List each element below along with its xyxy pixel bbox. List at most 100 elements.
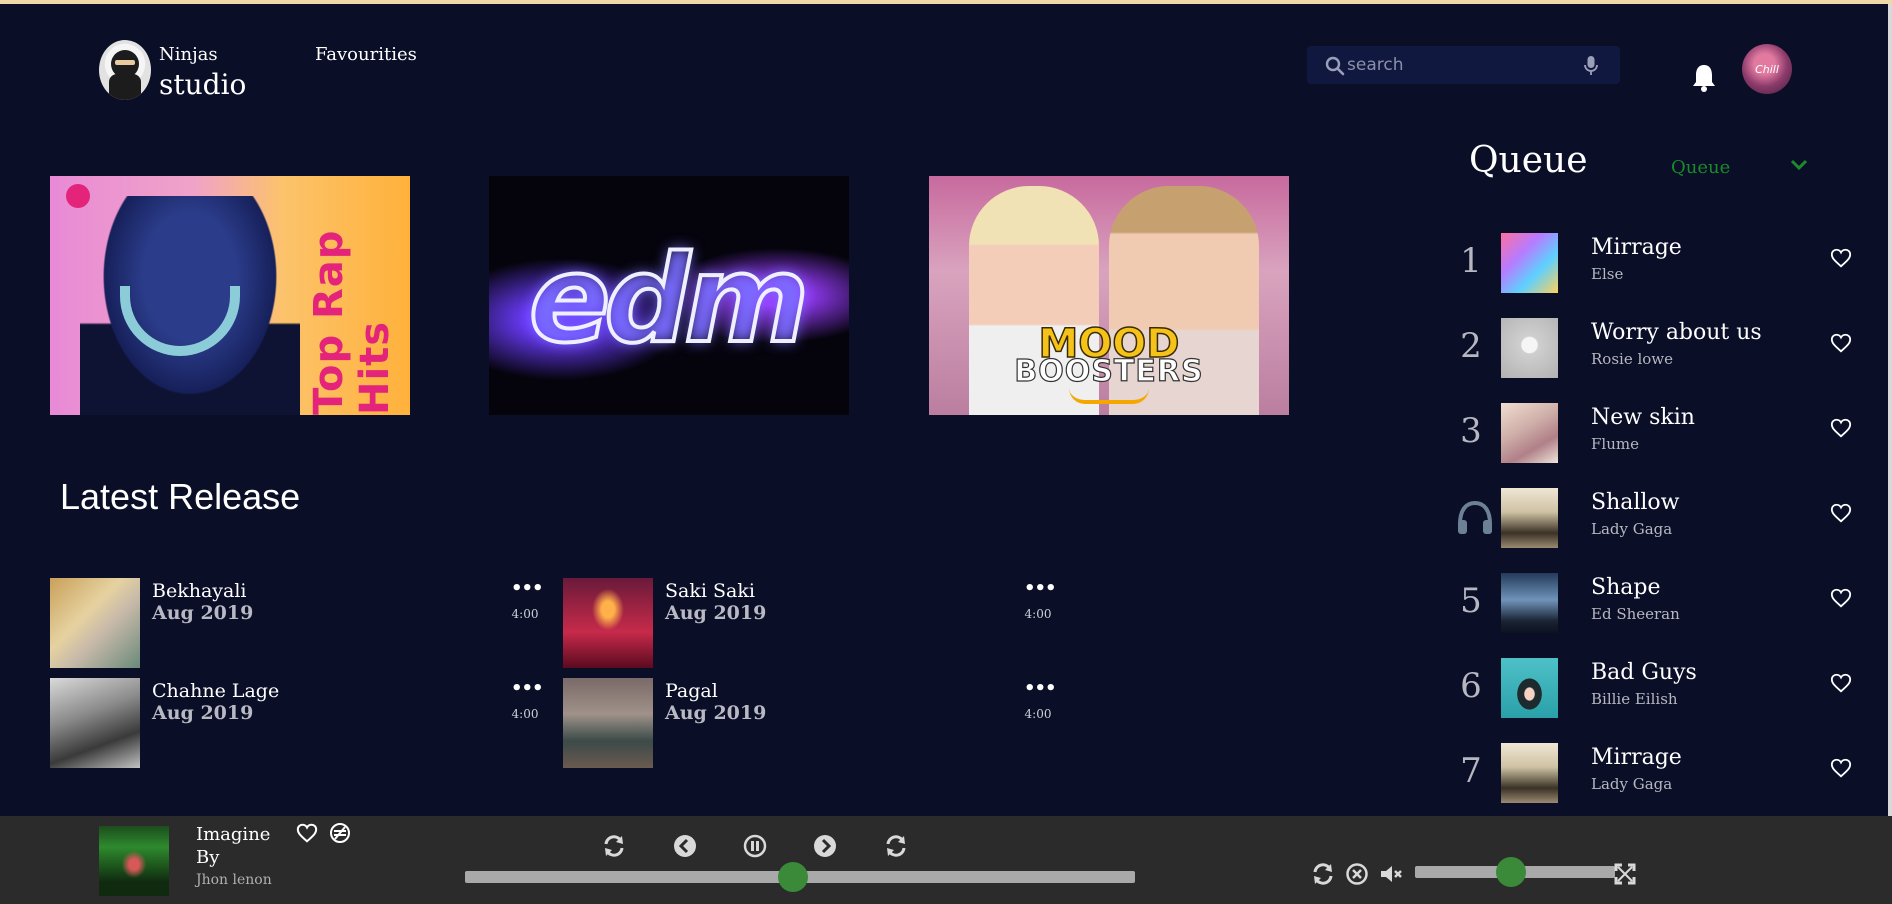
notification-bell-icon[interactable] xyxy=(1690,62,1718,94)
heart-icon[interactable] xyxy=(1830,332,1852,354)
queue-artist: Lady Gaga xyxy=(1591,775,1673,793)
queue-item[interactable]: 2 Worry about us Rosie lowe xyxy=(1450,318,1852,378)
release-title[interactable]: Bekhayali xyxy=(152,580,247,602)
release-title[interactable]: Pagal xyxy=(665,680,718,702)
queue-song-title: Shallow xyxy=(1591,490,1680,515)
release-item: Chahne Lage Aug 2019 ••• 4:00 xyxy=(50,678,544,768)
progress-slider[interactable] xyxy=(465,862,1135,892)
more-options-icon[interactable]: ••• xyxy=(1024,678,1057,699)
queue-item[interactable]: 5 Shape Ed Sheeran xyxy=(1450,573,1852,633)
queue-thumbnail[interactable] xyxy=(1501,318,1558,378)
queue-number: 7 xyxy=(1460,751,1482,791)
release-thumbnail[interactable] xyxy=(50,578,140,668)
release-date: Aug 2019 xyxy=(665,602,767,624)
release-duration: 4:00 xyxy=(1024,607,1052,621)
next-icon[interactable] xyxy=(813,834,837,858)
user-avatar[interactable]: Chill xyxy=(1742,44,1792,94)
block-icon[interactable] xyxy=(329,822,351,844)
queue-song-title: Shape xyxy=(1591,575,1661,600)
heart-icon[interactable] xyxy=(1830,757,1852,779)
queue-number: 2 xyxy=(1460,326,1482,366)
queue-item[interactable]: 7 Mirrage Lady Gaga xyxy=(1450,743,1852,803)
latest-release-heading: Latest Release xyxy=(60,476,301,517)
queue-item[interactable]: 1 Mirrage Else xyxy=(1450,233,1852,293)
release-date: Aug 2019 xyxy=(152,702,254,724)
queue-artist: Lady Gaga xyxy=(1591,520,1673,538)
progress-slider-thumb[interactable] xyxy=(778,862,809,892)
nav-favourites-link[interactable]: Favourities xyxy=(315,44,417,65)
pause-icon[interactable] xyxy=(743,834,767,858)
ninja-eye-band xyxy=(115,60,135,65)
queue-thumbnail[interactable] xyxy=(1501,743,1558,803)
queue-number: 6 xyxy=(1460,666,1482,706)
queue-thumbnail[interactable] xyxy=(1501,488,1558,548)
release-title[interactable]: Saki Saki xyxy=(665,580,755,602)
queue-song-title: Mirrage xyxy=(1591,235,1682,260)
release-thumbnail[interactable] xyxy=(563,678,653,768)
banner-title-line2: BOOSTERS xyxy=(1014,353,1204,389)
scrollbar[interactable] xyxy=(1888,4,1892,816)
banner-title: edm xyxy=(527,229,811,372)
banner-top-rap-hits[interactable]: Top Rap Hits xyxy=(50,176,410,415)
brand-main-text: studio xyxy=(159,68,247,101)
queue-song-title: Bad Guys xyxy=(1591,660,1697,685)
banner-edm[interactable]: edm xyxy=(489,176,849,415)
release-thumbnail[interactable] xyxy=(50,678,140,768)
release-title[interactable]: Chahne Lage xyxy=(152,680,279,702)
queue-song-title: New skin xyxy=(1591,405,1695,430)
queue-artist: Else xyxy=(1591,265,1624,283)
banner-mood-boosters[interactable]: MOOD BOOSTERS xyxy=(929,176,1289,415)
refresh-icon[interactable] xyxy=(1311,862,1335,886)
queue-item-now-playing[interactable]: Shallow Lady Gaga xyxy=(1450,488,1852,548)
now-playing-by: By xyxy=(196,847,220,868)
queue-artist: Ed Sheeran xyxy=(1591,605,1680,623)
amazon-smile-icon xyxy=(1069,388,1149,404)
fullscreen-icon[interactable] xyxy=(1613,862,1637,886)
release-date: Aug 2019 xyxy=(665,702,767,724)
repeat-icon[interactable] xyxy=(602,834,626,858)
release-duration: 4:00 xyxy=(1024,707,1052,721)
heart-icon[interactable] xyxy=(1830,247,1852,269)
shuffle-repeat-icon[interactable] xyxy=(884,834,908,858)
heart-icon[interactable] xyxy=(1830,502,1852,524)
banner-title: Top Rap Hits xyxy=(306,229,398,415)
previous-icon[interactable] xyxy=(673,834,697,858)
now-playing-thumbnail[interactable] xyxy=(99,826,169,896)
queue-song-title: Mirrage xyxy=(1591,745,1682,770)
queue-artist: Rosie lowe xyxy=(1591,350,1674,368)
queue-dropdown-label: Queue xyxy=(1671,157,1731,178)
queue-artist: Billie Eilish xyxy=(1591,690,1678,708)
more-options-icon[interactable]: ••• xyxy=(511,678,544,699)
search-input[interactable] xyxy=(1347,52,1567,78)
more-options-icon[interactable]: ••• xyxy=(511,578,544,599)
queue-thumbnail[interactable] xyxy=(1501,233,1558,293)
brand-top-text: Ninjas xyxy=(159,44,218,65)
volume-slider[interactable] xyxy=(1415,857,1615,887)
close-circle-icon[interactable] xyxy=(1345,862,1369,886)
heart-icon[interactable] xyxy=(1830,587,1852,609)
heart-icon[interactable] xyxy=(1830,672,1852,694)
heart-icon[interactable] xyxy=(1830,417,1852,439)
release-item: Bekhayali Aug 2019 ••• 4:00 xyxy=(50,578,544,668)
queue-number: 3 xyxy=(1460,411,1482,451)
heart-icon[interactable] xyxy=(296,822,318,844)
search-icon xyxy=(1325,56,1345,76)
ninja-logo[interactable] xyxy=(99,40,151,100)
queue-thumbnail[interactable] xyxy=(1501,403,1558,463)
volume-slider-thumb[interactable] xyxy=(1496,857,1526,887)
mute-icon[interactable] xyxy=(1379,862,1403,886)
queue-thumbnail[interactable] xyxy=(1501,658,1558,718)
microphone-icon[interactable] xyxy=(1581,55,1601,77)
search-bar[interactable] xyxy=(1307,46,1620,84)
queue-song-title: Worry about us xyxy=(1591,320,1762,345)
release-date: Aug 2019 xyxy=(152,602,254,624)
queue-dropdown[interactable]: Queue xyxy=(1671,153,1821,181)
queue-item[interactable]: 3 New skin Flume xyxy=(1450,403,1852,463)
release-thumbnail[interactable] xyxy=(563,578,653,668)
queue-thumbnail[interactable] xyxy=(1501,573,1558,633)
queue-number: 1 xyxy=(1460,241,1482,281)
now-playing-artist: Jhon lenon xyxy=(196,872,272,888)
queue-item[interactable]: 6 Bad Guys Billie Eilish xyxy=(1450,658,1852,718)
more-options-icon[interactable]: ••• xyxy=(1024,578,1057,599)
queue-heading: Queue xyxy=(1469,140,1588,181)
